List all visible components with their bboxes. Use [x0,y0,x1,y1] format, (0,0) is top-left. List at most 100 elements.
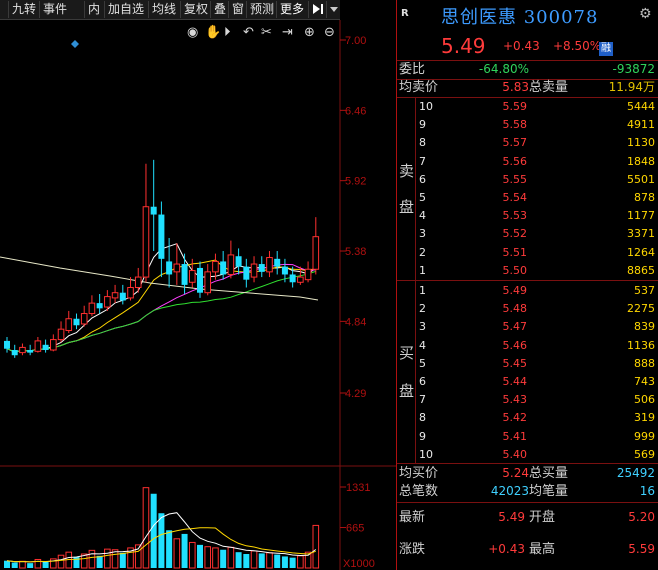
sells-volume: 1848 [627,154,655,168]
candle-body [312,236,320,270]
buys-price[interactable]: 5.41 [477,427,528,446]
zoom-in-icon[interactable]: ⊕ [304,25,315,40]
export-icon[interactable]: ⇥ [282,25,293,40]
candle-body [88,302,96,315]
chevron-down-icon[interactable] [327,1,340,18]
price-tick-label: 6.46 [345,105,366,117]
gear-icon[interactable]: ⚙ [639,6,652,22]
candle-body [173,263,181,273]
sells-price[interactable]: 5.55 [477,170,528,189]
buys-price[interactable]: 5.47 [477,317,528,336]
undo-icon[interactable]: ↶ [243,25,254,40]
sells-volume: 5501 [627,172,655,186]
weibi-label: 委比 [399,62,426,77]
sells-price[interactable]: 5.51 [477,243,528,262]
buys-price[interactable]: 5.45 [477,354,528,373]
volume-bar [42,561,49,568]
sells-price[interactable]: 5.59 [477,97,528,116]
sells-level: 7 [419,154,426,168]
buys-price[interactable]: 5.46 [477,336,528,355]
sells-volume: 3371 [627,227,655,241]
buys-price[interactable]: 5.43 [477,390,528,409]
buys-price[interactable]: 5.42 [477,408,528,427]
high-price: 5.59 [628,542,655,556]
candle-body [111,292,119,299]
volume-bar [11,562,18,568]
buys-level: 4 [419,338,426,352]
tab-ma[interactable]: 均线 [149,1,181,18]
candle-body [19,346,26,354]
high-label: 最高 [529,542,556,557]
volume-bar [173,538,181,569]
candle-body [96,303,103,309]
candle-body [57,328,65,341]
stock-title: 思创医惠 300078 [441,3,598,29]
sells-price[interactable]: 5.50 [477,261,528,280]
volume-bar [297,555,304,569]
hand-icon[interactable]: ✋ [205,24,221,40]
add-watchlist-button[interactable]: 加自选 [105,1,149,18]
tab-window[interactable]: 窗 [229,1,247,18]
buys-volume: 537 [634,284,655,297]
sell-side-label-2: 盘 [399,198,415,216]
last-price: 5.49 [441,34,486,58]
sells-price[interactable]: 5.53 [477,206,528,225]
toolbar: 九转 事件 内 加自选 均线 复权 叠 窗 预测 更多 [0,0,340,20]
kline-chart[interactable]: 7.00 6.46 5.92 5.38 4.84 4.29 ◉ ✋ ⏵ ↶ ✂ ⇥ ⊕ ⊖ 1331 665 X… [0,0,396,570]
total-trades-label: 总笔数 [399,484,439,499]
volume-bar [96,555,103,568]
sells-level: 4 [419,209,426,223]
total-sell-volume: 11.94万 [608,80,655,94]
buys-level: 8 [419,411,426,425]
tab-events[interactable]: 事件 [40,1,85,18]
buys-price[interactable]: 5.49 [477,281,528,300]
play-end-icon[interactable] [309,1,327,18]
total-buy-label: 总买量 [529,466,569,481]
open-label: 开盘 [529,510,556,525]
tab-inner[interactable]: 内 [85,1,105,18]
volume-bar [181,533,188,568]
tab-overlay[interactable]: 叠 [211,1,229,18]
candle-body [188,270,196,283]
latest-label: 最新 [399,510,426,525]
sells-price[interactable]: 5.54 [477,188,528,207]
sells-price[interactable]: 5.57 [477,133,528,152]
buys-price[interactable]: 5.44 [477,372,528,391]
sells-level: 9 [419,118,426,132]
candle-body [304,268,312,281]
total-trades: 42023 [490,484,529,498]
buys-level: 3 [419,320,426,334]
buys-price[interactable]: 5.48 [477,299,528,318]
candle-body [34,340,42,352]
stock-code: 300078 [523,7,599,28]
zoom-out-icon[interactable]: ⊖ [324,25,335,40]
volume-bar [119,552,126,568]
tab-more[interactable]: 更多 [277,1,309,18]
sells-price[interactable]: 5.58 [477,115,528,134]
price-tick-label: 7.00 [345,35,366,47]
sells-level: 10 [419,100,433,113]
candle-body [119,292,126,301]
sells-price[interactable]: 5.56 [477,152,528,171]
buys-level: 9 [419,429,426,443]
sell-side-label-1: 卖 [399,162,415,180]
tab-forecast[interactable]: 预测 [247,1,277,18]
scissors-icon[interactable]: ✂ [261,25,272,40]
buys-level: 1 [419,284,426,297]
avg-buy-price: 5.24 [502,466,529,480]
play-icon[interactable]: ⏵ [224,25,231,40]
sells-volume: 1177 [627,209,655,223]
buy-side-label-1: 买 [399,344,415,362]
tab-adjust[interactable]: 复权 [181,1,211,18]
buys-price[interactable]: 5.40 [477,445,528,464]
volume-bar [289,557,296,568]
volume-bar [19,560,26,569]
candle-body [150,206,157,215]
tab-jiuzhuan[interactable]: 九转 [9,1,40,18]
volume-bar [88,549,96,569]
sells-price[interactable]: 5.52 [477,224,528,243]
volume-tick-label: 665 [346,523,364,535]
volume-bar [27,563,34,568]
eye-icon[interactable]: ◉ [187,25,198,40]
candle-body [243,266,250,280]
